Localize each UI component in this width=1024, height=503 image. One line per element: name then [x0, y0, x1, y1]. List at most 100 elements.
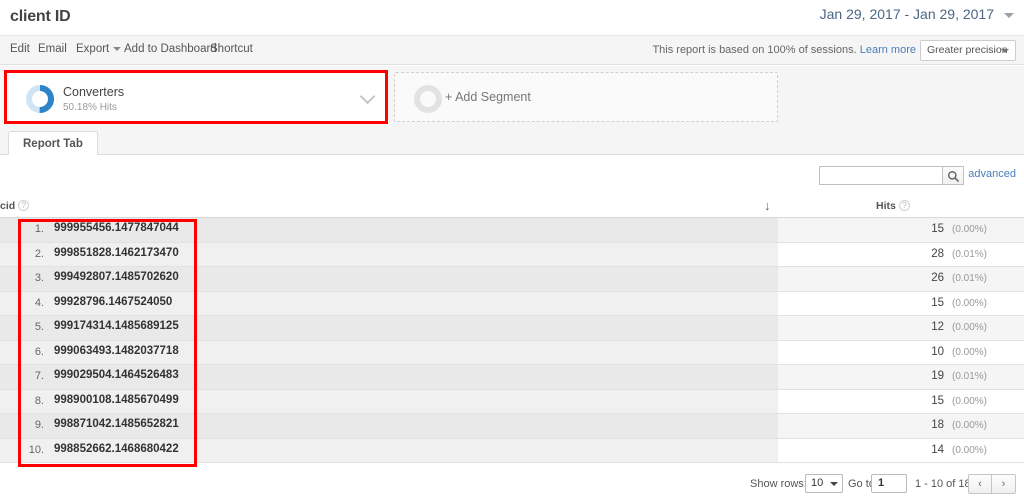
- donut-chart-icon: [26, 85, 54, 113]
- table-row[interactable]: 9. 998871042.1485652821 18 (0.00%): [0, 414, 1024, 439]
- report-toolbar: Edit Email Export Add to Dashboard Short…: [0, 36, 1024, 65]
- rows-per-page-select[interactable]: 10: [805, 474, 843, 493]
- segment-card-converters[interactable]: Converters 50.18% Hits: [6, 72, 386, 122]
- date-range-selector[interactable]: Jan 29, 2017 - Jan 29, 2017: [820, 6, 994, 22]
- precision-dropdown-value: Greater precision: [927, 44, 1008, 56]
- goto-page-input[interactable]: 1: [871, 474, 907, 493]
- chevron-down-icon[interactable]: [359, 88, 376, 105]
- row-rank: 9.: [34, 419, 44, 431]
- table-header-row: cid? ↓ Hits?: [0, 196, 1024, 218]
- next-page-icon: ›: [1001, 478, 1006, 490]
- shortcut-button[interactable]: Shortcut: [210, 43, 253, 55]
- row-hits-value: 15: [931, 296, 944, 309]
- row-hits-percent: (0.00%): [952, 420, 988, 431]
- table-row[interactable]: 3. 999492807.1485702620 26 (0.01%): [0, 267, 1024, 292]
- chevron-down-icon: [1001, 49, 1009, 53]
- row-hits-value: 26: [931, 272, 944, 284]
- row-rank: 3.: [34, 272, 44, 284]
- help-icon[interactable]: ?: [18, 200, 30, 211]
- edit-button[interactable]: Edit: [10, 43, 30, 55]
- row-rank: 8.: [34, 394, 44, 407]
- table-row[interactable]: 5. 999174314.1485689125 12 (0.00%): [0, 316, 1024, 341]
- add-to-dashboard-button[interactable]: Add to Dashboard: [124, 43, 217, 55]
- row-cid-link[interactable]: 999492807.1485702620: [54, 271, 179, 283]
- column-header-cid-label: cid: [0, 200, 16, 212]
- title-bar: client ID Jan 29, 2017 - Jan 29, 2017: [0, 0, 1024, 36]
- export-button-label: Export: [76, 43, 110, 55]
- segment-bar: Converters 50.18% Hits + Add Segment: [0, 66, 1024, 128]
- rows-per-page-value: 10: [811, 477, 824, 489]
- row-hits-percent: (0.00%): [952, 224, 988, 235]
- table-row[interactable]: 1. 999955456.1477847044 15 (0.00%): [0, 218, 1024, 243]
- email-button-label: Email: [38, 43, 67, 55]
- row-hits-value: 12: [931, 321, 944, 333]
- add-segment-label: + Add Segment: [445, 90, 531, 104]
- row-hits-value: 19: [931, 370, 944, 382]
- edit-button-label: Edit: [10, 43, 30, 55]
- row-hits-percent: (0.00%): [952, 346, 988, 358]
- row-cid-link[interactable]: 999955456.1477847044: [54, 222, 179, 234]
- row-rank: 2.: [34, 247, 44, 260]
- previous-page-button[interactable]: ‹: [968, 474, 992, 494]
- row-cid-link[interactable]: 998900108.1485670499: [54, 394, 179, 406]
- next-page-button[interactable]: ›: [992, 474, 1016, 494]
- table-row[interactable]: 6. 999063493.1482037718 10 (0.00%): [0, 340, 1024, 365]
- email-button[interactable]: Email: [38, 43, 67, 55]
- table-row[interactable]: 7. 999029504.1464526483 19 (0.01%): [0, 365, 1024, 390]
- row-rank: 1.: [34, 223, 44, 235]
- row-hits-value: 28: [931, 247, 944, 260]
- row-cid-link[interactable]: 999063493.1482037718: [54, 345, 179, 357]
- row-divider: [0, 462, 1024, 463]
- tab-report[interactable]: Report Tab: [8, 131, 98, 155]
- column-header-hits[interactable]: Hits?: [876, 200, 910, 212]
- table-search-row: advanced: [0, 155, 1024, 196]
- row-rank: 7.: [34, 370, 44, 382]
- add-to-dashboard-label: Add to Dashboard: [124, 43, 217, 55]
- row-rank: 10.: [28, 443, 44, 456]
- column-header-cid[interactable]: cid?: [0, 200, 30, 212]
- help-icon[interactable]: ?: [898, 200, 910, 211]
- chevron-down-icon: [113, 46, 122, 51]
- advanced-search-link[interactable]: advanced: [968, 168, 1016, 180]
- page-title: client ID: [10, 8, 71, 25]
- table-row[interactable]: 4. 99928796.1467524050 15 (0.00%): [0, 291, 1024, 316]
- sampling-note: This report is based on 100% of sessions…: [652, 44, 916, 56]
- export-button[interactable]: Export: [76, 43, 122, 55]
- row-cid-link[interactable]: 998871042.1485652821: [54, 418, 179, 430]
- table-row[interactable]: 8. 998900108.1485670499 15 (0.00%): [0, 389, 1024, 414]
- row-cid-link[interactable]: 99928796.1467524050: [54, 296, 172, 308]
- add-segment-card[interactable]: + Add Segment: [394, 72, 778, 122]
- search-button[interactable]: [942, 166, 964, 185]
- search-icon: [947, 170, 960, 183]
- sort-descending-arrow-icon[interactable]: ↓: [764, 198, 771, 213]
- row-rank: 4.: [34, 296, 44, 309]
- row-hits-value: 14: [931, 443, 944, 456]
- sampling-note-text: This report is based on 100% of sessions…: [652, 44, 857, 56]
- shortcut-button-label: Shortcut: [210, 43, 253, 55]
- table-row[interactable]: 10. 998852662.1468680422 14 (0.00%): [0, 438, 1024, 463]
- precision-dropdown[interactable]: Greater precision: [920, 40, 1016, 61]
- segment-subtitle: 50.18% Hits: [63, 102, 117, 113]
- row-cid-link[interactable]: 999029504.1464526483: [54, 369, 179, 381]
- segment-name: Converters: [63, 85, 125, 99]
- row-hits-percent: (0.00%): [952, 444, 988, 456]
- row-hits-value: 15: [931, 394, 944, 407]
- row-hits-value: 10: [931, 345, 944, 358]
- row-hits-percent: (0.01%): [952, 273, 988, 284]
- report-table: cid? ↓ Hits? 1. 999955456.1477847044 15 (0.…: [0, 196, 1024, 466]
- row-rank: 6.: [34, 345, 44, 358]
- row-cid-link[interactable]: 999174314.1485689125: [54, 320, 179, 332]
- learn-more-link[interactable]: Learn more: [860, 44, 916, 56]
- goto-page-value: 1: [878, 477, 885, 489]
- row-hits-percent: (0.00%): [952, 395, 988, 407]
- chevron-down-icon[interactable]: [1004, 13, 1014, 18]
- chevron-down-icon: [830, 482, 838, 486]
- tab-report-label: Report Tab: [23, 138, 83, 150]
- tab-strip: Report Tab: [0, 128, 1024, 155]
- search-input[interactable]: [819, 166, 942, 185]
- row-hits-percent: (0.00%): [952, 322, 988, 333]
- table-row[interactable]: 2. 999851828.1462173470 28 (0.01%): [0, 242, 1024, 267]
- row-hits-percent: (0.01%): [952, 371, 988, 382]
- row-cid-link[interactable]: 998852662.1468680422: [54, 443, 179, 455]
- row-cid-link[interactable]: 999851828.1462173470: [54, 247, 179, 259]
